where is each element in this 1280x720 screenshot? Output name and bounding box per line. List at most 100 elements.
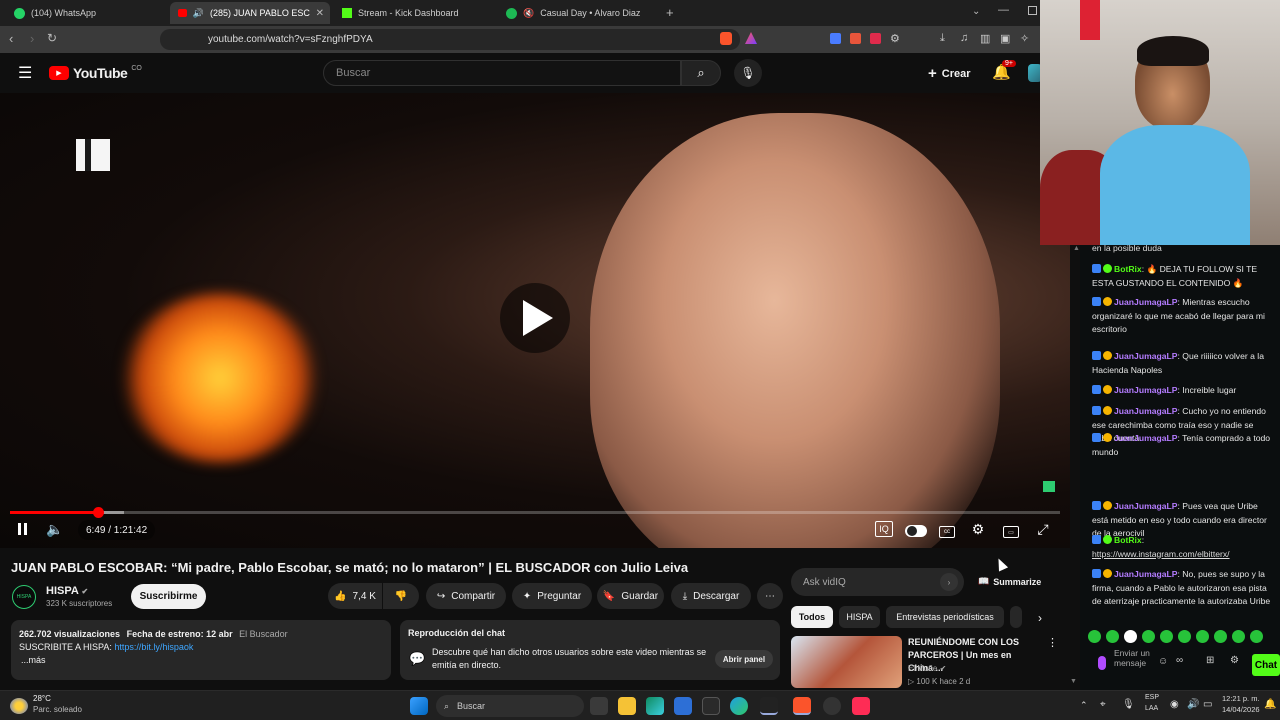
more-actions-button[interactable]: ⋯ — [757, 583, 783, 609]
channel-name[interactable]: HISPA ✔ — [46, 585, 88, 597]
chevron-right-icon[interactable]: › — [1038, 611, 1042, 625]
arrow-right-icon[interactable]: › — [940, 573, 958, 591]
translate-icon[interactable] — [830, 33, 841, 44]
emote-icon[interactable] — [1232, 630, 1245, 643]
extension-icon[interactable] — [850, 33, 861, 44]
search-input[interactable]: Buscar — [323, 60, 681, 86]
volume-tray-icon[interactable]: 🔊 — [1187, 699, 1199, 710]
ask-button[interactable]: ✦ Preguntar — [512, 583, 592, 609]
taskbar-search[interactable]: ⌕ Buscar — [436, 695, 584, 717]
emote-icon[interactable] — [1106, 630, 1119, 643]
tab-whatsapp[interactable]: (104) WhatsApp — [6, 2, 166, 24]
theater-mode-button[interactable]: ▭ — [1003, 526, 1019, 538]
file-explorer-icon[interactable] — [618, 697, 636, 715]
app-icon[interactable] — [760, 697, 778, 715]
chat-username[interactable]: JuanJumagaLP — [1114, 406, 1178, 416]
start-icon[interactable] — [410, 697, 428, 715]
chat-username[interactable]: JuanJumagaLP — [1114, 569, 1178, 579]
emote-icon[interactable] — [1214, 630, 1227, 643]
tab-youtube[interactable]: 🔊 (285) JUAN PABLO ESCOBAR ✕ — [170, 2, 330, 24]
notifications-button[interactable]: 🔔 9+ — [992, 60, 1016, 81]
tab-kick[interactable]: Stream - Kick Dashboard — [334, 2, 494, 24]
forward-icon[interactable]: › — [30, 31, 34, 46]
search-button[interactable]: ⌕ — [681, 60, 721, 86]
share-button[interactable]: ↪ Compartir — [426, 583, 506, 609]
maximize-icon[interactable] — [1028, 6, 1037, 15]
weather-icon[interactable] — [10, 698, 28, 714]
tray-expand-icon[interactable]: ⌃ — [1080, 700, 1088, 711]
brave-rewards-icon[interactable] — [745, 32, 757, 44]
menu-icon[interactable]: ☰ — [18, 63, 32, 83]
chat-username[interactable]: JuanJumagaLP — [1114, 433, 1178, 443]
like-button[interactable]: 👍 7,4 K — [328, 583, 382, 609]
chat-input[interactable]: Enviar un mensaje — [1114, 648, 1156, 668]
tiktok-icon[interactable] — [852, 697, 870, 715]
wifi-icon[interactable]: ◉ — [1170, 699, 1179, 710]
emote-icon[interactable] — [1124, 630, 1137, 643]
location-icon[interactable]: ⌖ — [1100, 699, 1106, 710]
vidiq-button[interactable]: IQ — [875, 521, 893, 537]
reload-icon[interactable]: ↻ — [47, 31, 57, 45]
task-view-icon[interactable] — [590, 697, 608, 715]
chip-next-partial[interactable] — [1010, 606, 1022, 628]
gift-icon[interactable]: ⊞ — [1206, 655, 1214, 666]
emote-icon[interactable] — [1160, 630, 1173, 643]
close-tab-icon[interactable]: ✕ — [316, 8, 324, 19]
mute-icon[interactable]: 🔇 — [523, 8, 534, 19]
description-link[interactable]: https://bit.ly/hispaok — [114, 642, 193, 652]
settings-button[interactable]: ⚙ — [970, 521, 986, 537]
chip-all[interactable]: Todos — [791, 606, 833, 628]
subscribe-button[interactable]: Suscribirme — [131, 584, 206, 609]
emote-icon[interactable] — [1088, 630, 1101, 643]
video-player[interactable]: 🔈 6:49 / 1:21:42 IQ cc ⚙ ▭ ⤢ — [0, 93, 1070, 548]
channel-watermark-icon[interactable] — [76, 139, 110, 171]
recommended-thumbnail[interactable] — [791, 636, 902, 688]
scroll-up-icon[interactable]: ▲ — [1073, 242, 1080, 256]
emote-icon[interactable] — [1178, 630, 1191, 643]
emote-icon[interactable] — [1250, 630, 1263, 643]
description-tag[interactable]: El Buscador — [239, 629, 288, 639]
voice-search-button[interactable]: 🎙 — [734, 59, 762, 87]
progress-bar[interactable] — [10, 507, 1060, 518]
play-overlay-button[interactable] — [500, 283, 570, 353]
brave-shield-icon[interactable] — [720, 32, 732, 45]
chip-hispa[interactable]: HISPA — [839, 606, 880, 628]
save-button[interactable]: 🔖 Guardar — [597, 583, 664, 609]
tab-list-icon[interactable]: ⌄ — [972, 6, 980, 17]
scroll-down-icon[interactable]: ▼ — [1070, 678, 1077, 685]
notification-center-icon[interactable]: 🔔 — [1264, 699, 1276, 710]
pause-button[interactable] — [14, 521, 30, 537]
infinity-icon[interactable]: ∞ — [1176, 655, 1183, 666]
scrubber-handle[interactable] — [93, 507, 105, 518]
new-tab-button[interactable]: + — [666, 5, 674, 20]
summarize-button[interactable]: 📖 Summarize — [978, 576, 1041, 587]
minimize-icon[interactable]: — — [998, 4, 1009, 16]
wallet-icon[interactable]: ▣ — [1000, 32, 1010, 45]
leo-ai-icon[interactable]: ✧ — [1020, 32, 1029, 45]
chat-settings-icon[interactable]: ⚙ — [1230, 655, 1239, 666]
terminal-icon[interactable] — [702, 697, 720, 715]
youtube-logo[interactable]: ▶ YouTube CO — [49, 65, 142, 81]
sidebar-icon[interactable]: ▥ — [980, 32, 990, 45]
extensions-icon[interactable]: ⚙ — [890, 32, 900, 45]
chat-username[interactable]: JuanJumagaLP — [1114, 385, 1178, 395]
chip-interviews[interactable]: Entrevistas periodísticas — [886, 606, 1004, 628]
extension-icon[interactable] — [870, 33, 881, 44]
fullscreen-button[interactable]: ⤢ — [1035, 521, 1051, 537]
tab-spotify[interactable]: 🔇 Casual Day • Alvaro Diaz — [498, 2, 658, 24]
emoji-icon[interactable]: ☺ — [1158, 656, 1168, 667]
description-box[interactable]: 262.702 visualizaciones Fecha de estreno… — [11, 620, 391, 680]
battery-icon[interactable]: ▭ — [1203, 699, 1212, 710]
obs-icon[interactable] — [823, 697, 841, 715]
dislike-button[interactable]: 👎 — [383, 583, 419, 609]
chat-username[interactable]: BotRix — [1114, 264, 1142, 274]
microphone-icon[interactable] — [1098, 656, 1106, 670]
back-icon[interactable]: ‹ — [9, 31, 13, 46]
music-icon[interactable]: ♫ — [960, 32, 968, 44]
lang-indicator[interactable]: ESP — [1145, 694, 1159, 701]
clock-time[interactable]: 12:21 p. m. — [1222, 694, 1260, 703]
chat-username[interactable]: BotRix — [1114, 535, 1142, 545]
chat-username[interactable]: JuanJumagaLP — [1114, 501, 1178, 511]
chat-link[interactable]: https://www.instagram.com/elbitterx/ — [1092, 549, 1230, 559]
subtitles-button[interactable]: cc — [939, 526, 955, 538]
